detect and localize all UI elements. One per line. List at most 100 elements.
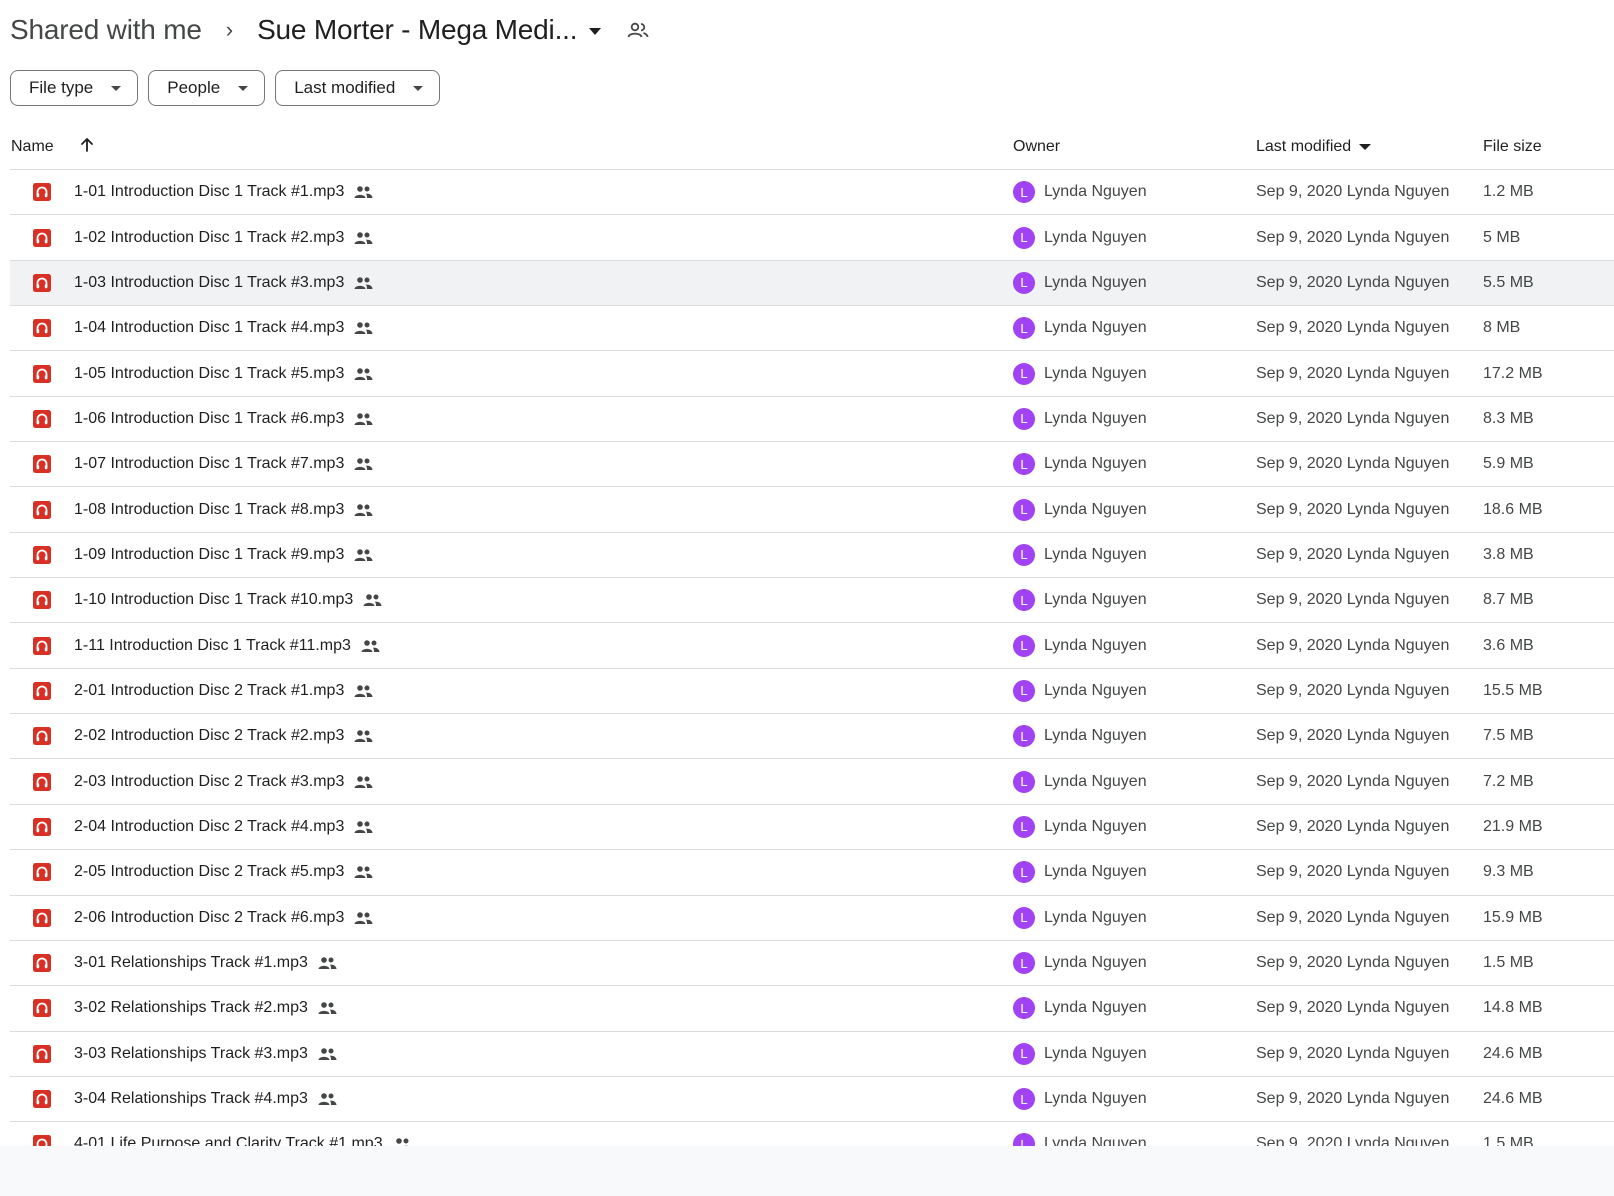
file-name: 1-05 Introduction Disc 1 Track #5.mp3 [74, 364, 345, 382]
file-row[interactable]: 3-01 Relationships Track #1.mp3 L Lynda … [10, 941, 1614, 987]
arrow-up-icon[interactable] [78, 136, 96, 159]
chevron-down-icon [413, 85, 424, 91]
people-icon [363, 593, 382, 607]
column-header-last-modified[interactable]: Last modified [1256, 138, 1372, 156]
owner-cell: L Lynda Nguyen [1013, 306, 1147, 350]
file-size-cell: 7.2 MB [1483, 772, 1534, 790]
owner-cell: L Lynda Nguyen [1013, 850, 1147, 894]
owner-cell: L Lynda Nguyen [1013, 714, 1147, 758]
file-row[interactable]: 2-01 Introduction Disc 2 Track #1.mp3 L … [10, 669, 1614, 715]
people-icon [354, 321, 373, 335]
file-size-cell: 24.6 MB [1483, 1090, 1543, 1108]
avatar: L [1013, 815, 1035, 838]
owner-cell: L Lynda Nguyen [1013, 941, 1147, 985]
owner-name: Lynda Nguyen [1044, 545, 1147, 563]
avatar: L [1013, 952, 1035, 975]
file-row[interactable]: 1-10 Introduction Disc 1 Track #10.mp3 L… [10, 578, 1614, 624]
file-row[interactable]: 1-11 Introduction Disc 1 Track #11.mp3 L… [10, 623, 1614, 669]
shared-folder-icon[interactable] [627, 21, 649, 39]
file-row[interactable]: 2-03 Introduction Disc 2 Track #3.mp3 L … [10, 759, 1614, 805]
file-size-cell: 14.8 MB [1483, 999, 1543, 1017]
file-row[interactable]: 2-06 Introduction Disc 2 Track #6.mp3 L … [10, 896, 1614, 941]
file-row[interactable]: 1-09 Introduction Disc 1 Track #9.mp3 L … [10, 533, 1614, 579]
file-name-cell: 1-09 Introduction Disc 1 Track #9.mp3 [74, 533, 373, 577]
last-modified-cell: Sep 9, 2020 Lynda Nguyen [1256, 908, 1450, 926]
owner-name: Lynda Nguyen [1044, 591, 1147, 609]
file-row[interactable]: 2-02 Introduction Disc 2 Track #2.mp3 L … [10, 714, 1614, 760]
column-header-owner[interactable]: Owner [1013, 138, 1060, 156]
file-name-cell: 2-04 Introduction Disc 2 Track #4.mp3 [74, 805, 373, 849]
file-row[interactable]: 3-04 Relationships Track #4.mp3 L Lynda … [10, 1077, 1614, 1123]
file-row[interactable]: 2-04 Introduction Disc 2 Track #4.mp3 L … [10, 805, 1614, 851]
audio-file-icon [32, 850, 52, 894]
file-rows: 1-01 Introduction Disc 1 Track #1.mp3 L … [10, 170, 1614, 1168]
file-row[interactable]: 3-03 Relationships Track #3.mp3 L Lynda … [10, 1032, 1614, 1077]
file-name-cell: 1-08 Introduction Disc 1 Track #8.mp3 [74, 487, 373, 531]
filter-people[interactable]: People [148, 70, 266, 106]
owner-name: Lynda Nguyen [1044, 908, 1147, 926]
breadcrumb-shared-with-me[interactable]: Shared with me [10, 14, 202, 46]
file-name-cell: 1-04 Introduction Disc 1 Track #4.mp3 [74, 306, 373, 350]
last-modified-cell: Sep 9, 2020 Lynda Nguyen [1256, 954, 1450, 972]
audio-file-icon [32, 487, 52, 531]
file-name: 2-05 Introduction Disc 2 Track #5.mp3 [74, 863, 345, 881]
file-row[interactable]: 1-08 Introduction Disc 1 Track #8.mp3 L … [10, 487, 1614, 533]
breadcrumb-current-folder[interactable]: Sue Morter - Mega Medi... [257, 14, 577, 46]
file-row[interactable]: 1-05 Introduction Disc 1 Track #5.mp3 L … [10, 351, 1614, 397]
audio-file-icon [32, 351, 52, 395]
file-name-cell: 1-05 Introduction Disc 1 Track #5.mp3 [74, 351, 373, 395]
file-name-cell: 1-03 Introduction Disc 1 Track #3.mp3 [74, 261, 373, 305]
column-header-file-size[interactable]: File size [1483, 138, 1542, 156]
owner-name: Lynda Nguyen [1044, 681, 1147, 699]
file-name: 2-02 Introduction Disc 2 Track #2.mp3 [74, 727, 345, 745]
file-size-cell: 5.9 MB [1483, 455, 1534, 473]
file-size-cell: 21.9 MB [1483, 817, 1543, 835]
last-modified-cell: Sep 9, 2020 Lynda Nguyen [1256, 409, 1450, 427]
avatar: L [1013, 317, 1035, 340]
file-name-cell: 1-07 Introduction Disc 1 Track #7.mp3 [74, 442, 373, 486]
file-row[interactable]: 1-06 Introduction Disc 1 Track #6.mp3 L … [10, 397, 1614, 443]
filter-bar: File type People Last modified [10, 70, 441, 106]
owner-cell: L Lynda Nguyen [1013, 170, 1147, 214]
file-name-cell: 1-10 Introduction Disc 1 Track #10.mp3 [74, 578, 382, 622]
file-row[interactable]: 1-04 Introduction Disc 1 Track #4.mp3 L … [10, 306, 1614, 352]
avatar: L [1013, 725, 1035, 748]
column-header-name[interactable]: Name [11, 138, 54, 156]
last-modified-cell: Sep 9, 2020 Lynda Nguyen [1256, 500, 1450, 518]
file-list: Name Owner Last modified File size 1-01 … [10, 124, 1614, 1168]
last-modified-cell: Sep 9, 2020 Lynda Nguyen [1256, 636, 1450, 654]
owner-cell: L Lynda Nguyen [1013, 1077, 1147, 1121]
file-name-cell: 1-02 Introduction Disc 1 Track #2.mp3 [74, 215, 373, 259]
people-icon [318, 1047, 337, 1061]
owner-cell: L Lynda Nguyen [1013, 351, 1147, 395]
last-modified-cell: Sep 9, 2020 Lynda Nguyen [1256, 228, 1450, 246]
people-icon [354, 684, 373, 698]
filter-last-modified[interactable]: Last modified [275, 70, 441, 106]
file-row[interactable]: 1-03 Introduction Disc 1 Track #3.mp3 L … [10, 260, 1614, 307]
people-icon [354, 457, 373, 471]
file-row[interactable]: 2-05 Introduction Disc 2 Track #5.mp3 L … [10, 850, 1614, 896]
last-modified-cell: Sep 9, 2020 Lynda Nguyen [1256, 545, 1450, 563]
last-modified-cell: Sep 9, 2020 Lynda Nguyen [1256, 273, 1450, 291]
audio-file-icon [32, 578, 52, 622]
owner-name: Lynda Nguyen [1044, 863, 1147, 881]
file-name: 1-08 Introduction Disc 1 Track #8.mp3 [74, 500, 345, 518]
file-row[interactable]: 1-02 Introduction Disc 1 Track #2.mp3 L … [10, 215, 1614, 261]
file-name: 3-04 Relationships Track #4.mp3 [74, 1090, 308, 1108]
last-modified-cell: Sep 9, 2020 Lynda Nguyen [1256, 999, 1450, 1017]
owner-cell: L Lynda Nguyen [1013, 896, 1147, 940]
last-modified-cell: Sep 9, 2020 Lynda Nguyen [1256, 183, 1450, 201]
audio-file-icon [32, 1032, 52, 1076]
file-name: 1-06 Introduction Disc 1 Track #6.mp3 [74, 409, 345, 427]
chevron-down-icon[interactable] [589, 27, 602, 35]
audio-file-icon [32, 533, 52, 577]
people-icon [354, 231, 373, 245]
filter-file-type[interactable]: File type [10, 70, 139, 106]
owner-name: Lynda Nguyen [1044, 636, 1147, 654]
file-row[interactable]: 1-01 Introduction Disc 1 Track #1.mp3 L … [10, 170, 1614, 216]
audio-file-icon [32, 170, 52, 214]
avatar: L [1013, 498, 1035, 521]
file-name: 2-01 Introduction Disc 2 Track #1.mp3 [74, 681, 345, 699]
file-row[interactable]: 3-02 Relationships Track #2.mp3 L Lynda … [10, 986, 1614, 1032]
file-row[interactable]: 1-07 Introduction Disc 1 Track #7.mp3 L … [10, 442, 1614, 488]
